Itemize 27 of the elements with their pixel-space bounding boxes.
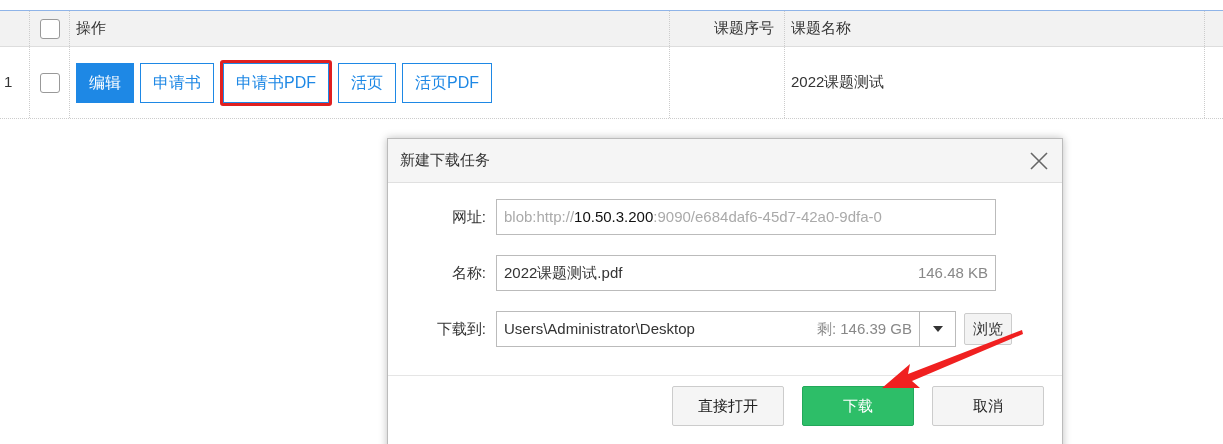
field-label: 下载到:	[435, 318, 487, 339]
browse-button[interactable]: 浏览	[964, 313, 1012, 345]
dialog-title: 新建下载任务	[400, 150, 490, 171]
free-space: 剩: 146.39 GB	[816, 318, 912, 339]
action-button[interactable]: 活页	[338, 62, 396, 103]
file-name-field[interactable]: 2022课题测试.pdf	[504, 261, 623, 285]
action-button[interactable]: 编辑	[76, 62, 134, 103]
url-field[interactable]: blob:http://10.50.3.200:9090/e684daf6-45d7-42a0-9dfa-0	[496, 199, 996, 235]
dialog-button[interactable]: 取消	[932, 386, 1044, 426]
table-cell-text: 2022课题测试	[791, 72, 885, 93]
action-button[interactable]: 申请书	[140, 62, 214, 103]
action-button[interactable]: 活页PDF	[402, 62, 492, 103]
row-number: 1	[3, 72, 13, 93]
action-button[interactable]: 申请书PDF	[223, 62, 329, 103]
caret-icon	[932, 326, 943, 332]
column-header: 课题序号	[714, 18, 774, 39]
checkbox[interactable]	[39, 72, 60, 93]
dialog-button[interactable]: 直接打开	[672, 386, 784, 426]
close-icon[interactable]	[1028, 149, 1050, 172]
dropdown-button[interactable]	[920, 311, 956, 347]
checkbox[interactable]	[39, 18, 60, 39]
file-size: 146.48 KB	[917, 262, 988, 283]
column-header: 操作	[76, 18, 106, 39]
column-header: 课题名称	[791, 18, 851, 39]
field-label: 网址:	[450, 206, 487, 227]
field-label: 名称:	[450, 262, 487, 283]
save-path-field[interactable]: Users\Administrator\Desktop	[504, 317, 695, 341]
